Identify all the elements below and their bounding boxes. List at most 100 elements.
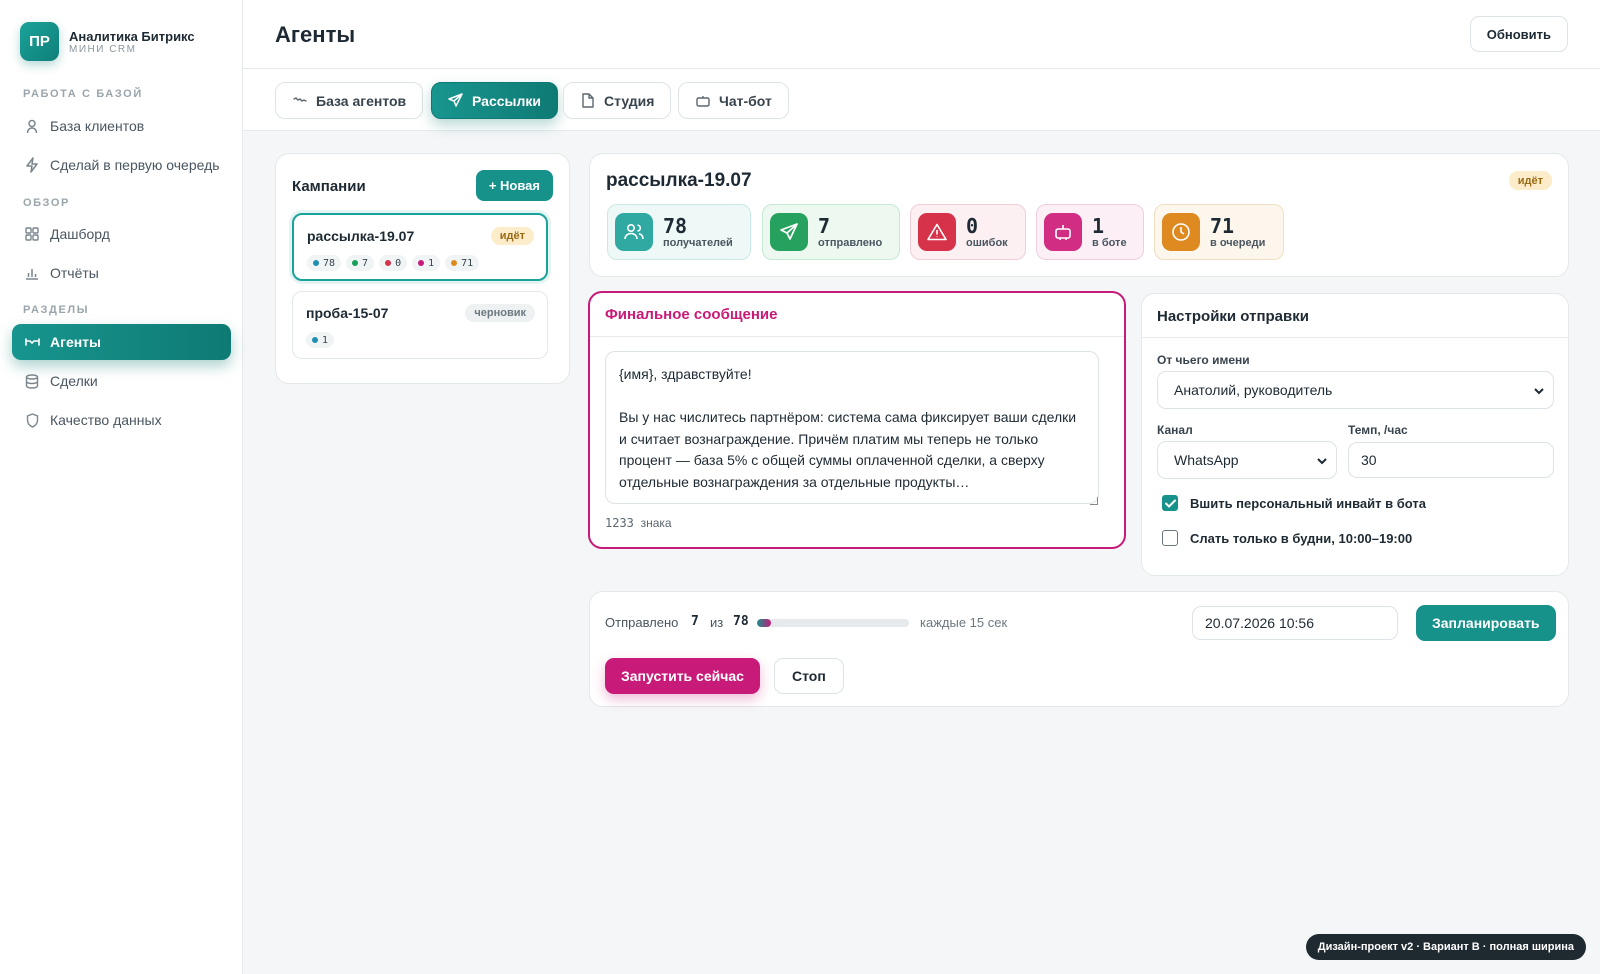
sent-label: Отправлено xyxy=(605,615,679,630)
refresh-button[interactable]: Обновить xyxy=(1469,16,1568,52)
stat-in-bot: 1 в боте xyxy=(1036,204,1144,260)
schedule-datetime-input[interactable]: 20.07.2026 10:56 xyxy=(1192,606,1398,640)
campaign-item[interactable]: проба-15-07 черновик 1 xyxy=(292,291,548,359)
invite-option[interactable]: Вшить персональный инвайт в бота xyxy=(1162,495,1426,511)
stat-value: 0 xyxy=(966,213,979,238)
header: Агенты Обновить xyxy=(243,0,1600,69)
tab-chatbot[interactable]: Чат-бот xyxy=(678,82,789,119)
design-version-badge: Дизайн-проект v2 · Вариант B · полная ши… xyxy=(1305,934,1586,960)
stat-label: в очереди xyxy=(1210,236,1266,249)
final-message-panel: Финальное сообщение {имя}, здравствуйте!… xyxy=(588,291,1126,549)
sidebar-item-label: Качество данных xyxy=(50,412,162,428)
sidebar-item-label: Дашборд xyxy=(50,226,110,242)
user-icon xyxy=(24,118,40,134)
brand-name: Аналитика Битрикс xyxy=(69,28,195,44)
tab-studio[interactable]: Студия xyxy=(563,82,672,119)
chip-sent: 7 xyxy=(346,255,375,271)
sidebar-item-label: Сделай в первую очередь xyxy=(50,157,220,173)
sidebar-item-label: База клиентов xyxy=(50,118,145,134)
tab-mailings[interactable]: Рассылки xyxy=(431,82,558,119)
message-textarea[interactable]: {имя}, здравствуйте! Вы у нас числитесь … xyxy=(605,351,1099,504)
invite-checkbox[interactable] xyxy=(1162,495,1178,511)
stat-recipients: 78 получателей xyxy=(607,204,751,260)
bolt-icon xyxy=(24,157,40,173)
sidebar-item-label: Агенты xyxy=(50,334,101,350)
tab-label: База агентов xyxy=(316,92,407,109)
sidebar-item-agents[interactable]: Агенты xyxy=(12,324,231,360)
stat-sent: 7 отправлено xyxy=(762,204,900,260)
sender-select[interactable]: Анатолий, руководитель xyxy=(1157,371,1554,409)
weekdays-checkbox[interactable] xyxy=(1162,530,1178,546)
send-settings-panel: Настройки отправки От чьего имени Анатол… xyxy=(1141,293,1569,576)
weekdays-label: Слать только в будни, 10:00–19:00 xyxy=(1190,530,1413,546)
char-count: 1233 знака xyxy=(605,516,672,530)
campaign-item[interactable]: рассылка-19.07 идёт 78 7 0 1 71 xyxy=(292,213,548,281)
send-icon xyxy=(770,213,808,251)
stop-button[interactable]: Стоп xyxy=(774,658,844,694)
tab-label: Студия xyxy=(604,92,655,109)
rate-input[interactable]: 30 xyxy=(1348,442,1554,478)
chip-in-bot: 1 xyxy=(412,255,441,271)
new-campaign-button[interactable]: + Новая xyxy=(475,170,553,201)
channel-select[interactable]: WhatsApp xyxy=(1157,441,1337,479)
progress-bar xyxy=(757,619,909,627)
chip-recipients: 1 xyxy=(306,332,335,348)
of-label: из xyxy=(710,615,724,630)
sidebar-item-priority[interactable]: Сделай в первую очередь xyxy=(12,147,231,183)
progress-fill xyxy=(757,619,771,627)
sidebar-item-clients[interactable]: База клиентов xyxy=(12,108,231,144)
status-badge: идёт xyxy=(1508,171,1552,190)
resize-handle[interactable] xyxy=(1090,497,1098,505)
tab-label: Рассылки xyxy=(472,92,541,109)
brand[interactable]: ПР Аналитика Битрикс МИНИ CRM xyxy=(20,22,195,61)
chip-errors: 0 xyxy=(379,255,408,271)
settings-title: Настройки отправки xyxy=(1157,308,1309,325)
status-badge: черновик xyxy=(465,304,535,322)
stat-errors: 0 ошибок xyxy=(910,204,1026,260)
campaign-name: проба-15-07 xyxy=(306,305,389,321)
stat-value: 7 xyxy=(818,213,831,238)
stat-label: получателей xyxy=(663,236,733,249)
sidebar-item-reports[interactable]: Отчёты xyxy=(12,255,231,291)
grid-icon xyxy=(24,226,40,242)
nav-section-overview: ОБЗОР xyxy=(23,197,70,209)
tabs-bar: База агентов Рассылки Студия Чат-бот xyxy=(243,69,1600,131)
divider xyxy=(1142,337,1568,338)
progress-panel: Отправлено 7 из 78 каждые 15 сек 20.07.2… xyxy=(589,591,1569,707)
campaign-detail: рассылка-19.07 идёт 78 получателей 7 отп… xyxy=(589,153,1569,277)
campaigns-panel: Кампании + Новая рассылка-19.07 идёт 78 … xyxy=(275,153,570,384)
tab-agent-base[interactable]: База агентов xyxy=(275,82,424,119)
stat-value: 78 xyxy=(663,213,688,238)
bot-icon xyxy=(1044,213,1082,251)
shield-icon xyxy=(24,412,40,428)
final-message-title: Финальное сообщение xyxy=(605,306,778,323)
sidebar-item-deals[interactable]: Сделки xyxy=(12,363,231,399)
chevron-down-icon xyxy=(1533,384,1545,400)
run-now-button[interactable]: Запустить сейчас xyxy=(605,658,760,694)
divider xyxy=(590,336,1124,337)
from-label: От чьего имени xyxy=(1157,353,1250,367)
clock-icon xyxy=(1162,213,1200,251)
campaigns-title: Кампании xyxy=(292,178,366,195)
handshake-icon xyxy=(292,93,307,108)
status-badge: идёт xyxy=(490,227,534,245)
nav-section-work: РАБОТА С БАЗОЙ xyxy=(23,88,143,100)
schedule-button[interactable]: Запланировать xyxy=(1416,605,1556,641)
invite-label: Вшить персональный инвайт в бота xyxy=(1190,495,1426,511)
warning-icon xyxy=(918,213,956,251)
weekdays-option[interactable]: Слать только в будни, 10:00–19:00 xyxy=(1162,530,1412,546)
sidebar-item-data-quality[interactable]: Качество данных xyxy=(12,402,231,438)
campaign-chips: 78 7 0 1 71 xyxy=(307,255,480,271)
stat-queue: 71 в очереди xyxy=(1154,204,1284,260)
bot-icon xyxy=(695,93,710,108)
chip-queue: 71 xyxy=(445,255,480,271)
send-icon xyxy=(448,93,463,108)
tab-label: Чат-бот xyxy=(719,92,772,109)
nav-section-sections: РАЗДЕЛЫ xyxy=(23,304,90,316)
sent-count: 7 xyxy=(691,614,699,629)
page-title: Агенты xyxy=(275,22,356,47)
sidebar-item-dashboard[interactable]: Дашборд xyxy=(12,216,231,252)
handshake-icon xyxy=(24,334,40,350)
campaign-name: рассылка-19.07 xyxy=(307,228,415,244)
chevron-down-icon xyxy=(1316,454,1328,470)
